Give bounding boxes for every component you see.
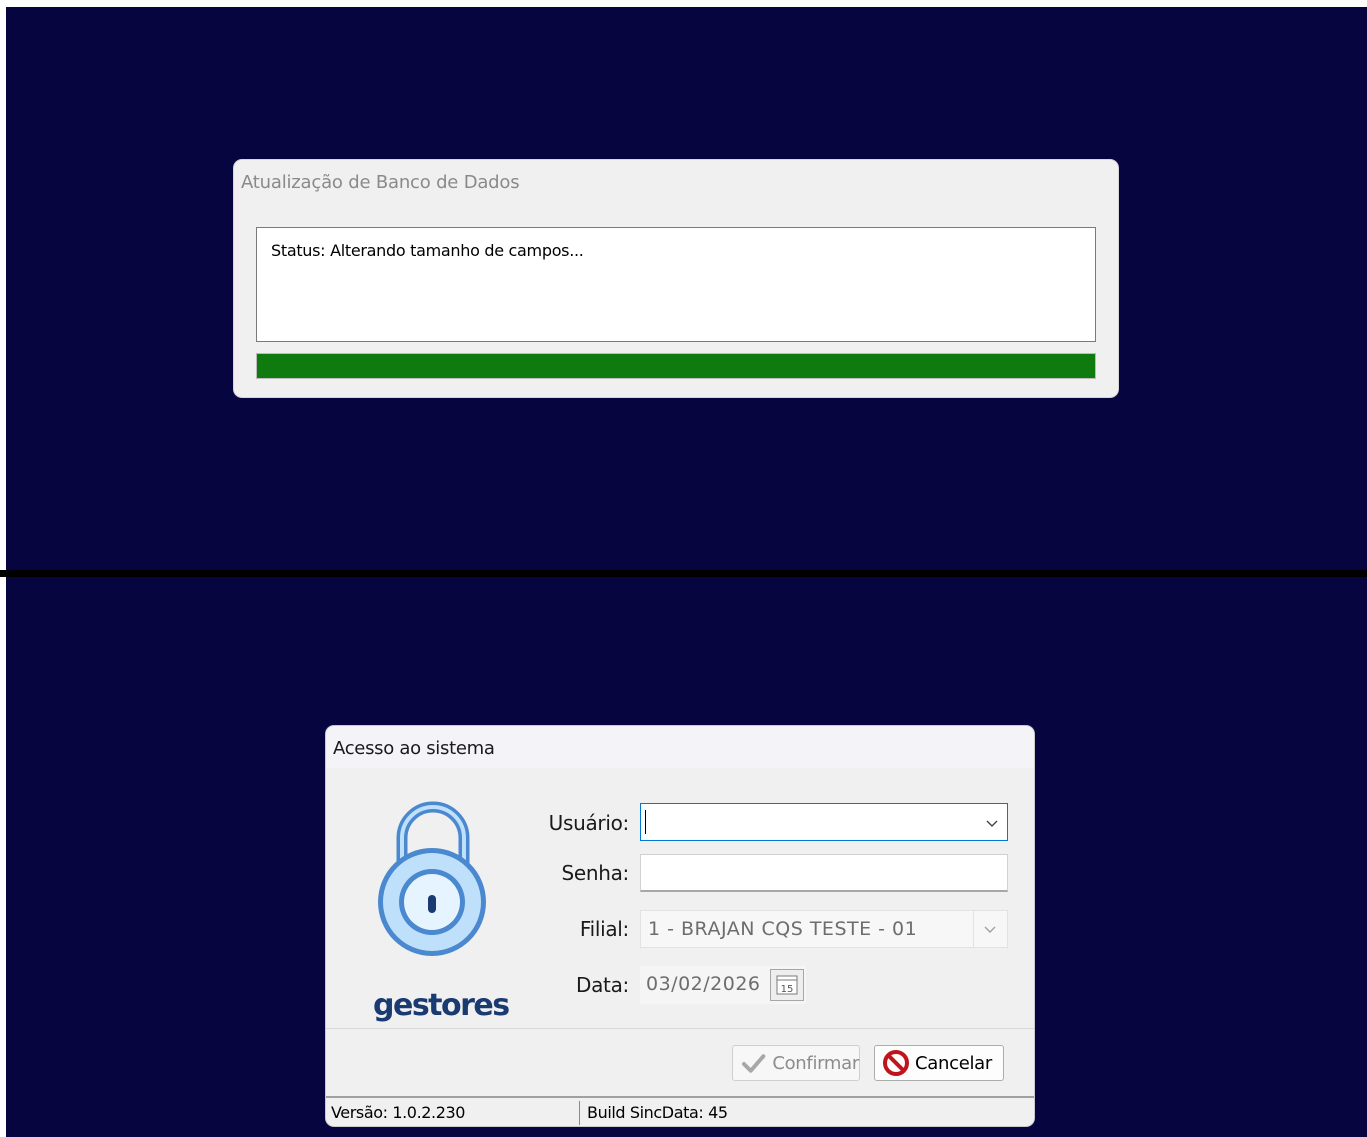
login-dialog-title: Acesso ao sistema (333, 738, 495, 759)
senha-label: Senha: (561, 861, 629, 885)
usuario-label: Usuário: (548, 811, 630, 835)
cancel-button[interactable]: Cancelar (874, 1045, 1004, 1081)
filial-value: 1 - BRAJAN CQS TESTE - 01 (648, 918, 918, 940)
no-entry-icon (883, 1050, 909, 1076)
version-panel: Versão: 1.0.2.230 (331, 1103, 466, 1122)
calendar-day: 15 (781, 984, 794, 995)
update-dialog-title: Atualização de Banco de Dados (241, 172, 520, 193)
progress-bar-fill (257, 354, 1095, 378)
statusbar-separator (579, 1101, 580, 1125)
login-dialog: Acesso ao sistema gestores Usuário: Senh… (326, 726, 1034, 1126)
lock-icon (374, 794, 492, 964)
senha-input[interactable] (640, 854, 1008, 892)
status-label: Status: (271, 241, 326, 260)
login-statusbar: Versão: 1.0.2.230 Build SincData: 45 (326, 1096, 1034, 1126)
calendar-button[interactable]: 15 (770, 969, 804, 1001)
filial-label: Filial: (579, 917, 629, 941)
brand-logo-text: gestores (373, 988, 510, 1023)
screen-divider (0, 570, 1367, 577)
cancel-label: Cancelar (915, 1052, 993, 1074)
chevron-down-icon[interactable] (985, 816, 999, 830)
database-update-dialog: Atualização de Banco de Dados Status: Al… (234, 160, 1118, 397)
confirm-label: Confirmar (772, 1052, 859, 1074)
check-icon (741, 1054, 766, 1073)
login-titlebar[interactable]: Acesso ao sistema (326, 726, 1034, 768)
status-box: Status: Alterando tamanho de campos... (256, 227, 1096, 342)
status-message: Alterando tamanho de campos... (330, 241, 584, 260)
text-caret (645, 810, 646, 834)
build-panel: Build SincData: 45 (587, 1103, 728, 1122)
calendar-icon: 15 (776, 975, 798, 995)
progress-bar (256, 353, 1096, 379)
data-label: Data: (576, 973, 629, 997)
filial-combobox[interactable]: 1 - BRAJAN CQS TESTE - 01 (640, 910, 1008, 948)
filial-dropdown-button[interactable] (973, 911, 1007, 947)
confirm-button[interactable]: Confirmar (732, 1045, 860, 1081)
data-value: 03/02/2026 (646, 973, 761, 995)
chevron-down-icon (984, 926, 996, 933)
button-bar: Confirmar Cancelar (326, 1028, 1034, 1093)
usuario-combobox[interactable] (640, 803, 1008, 841)
status-line: Status: Alterando tamanho de campos... (271, 241, 584, 260)
